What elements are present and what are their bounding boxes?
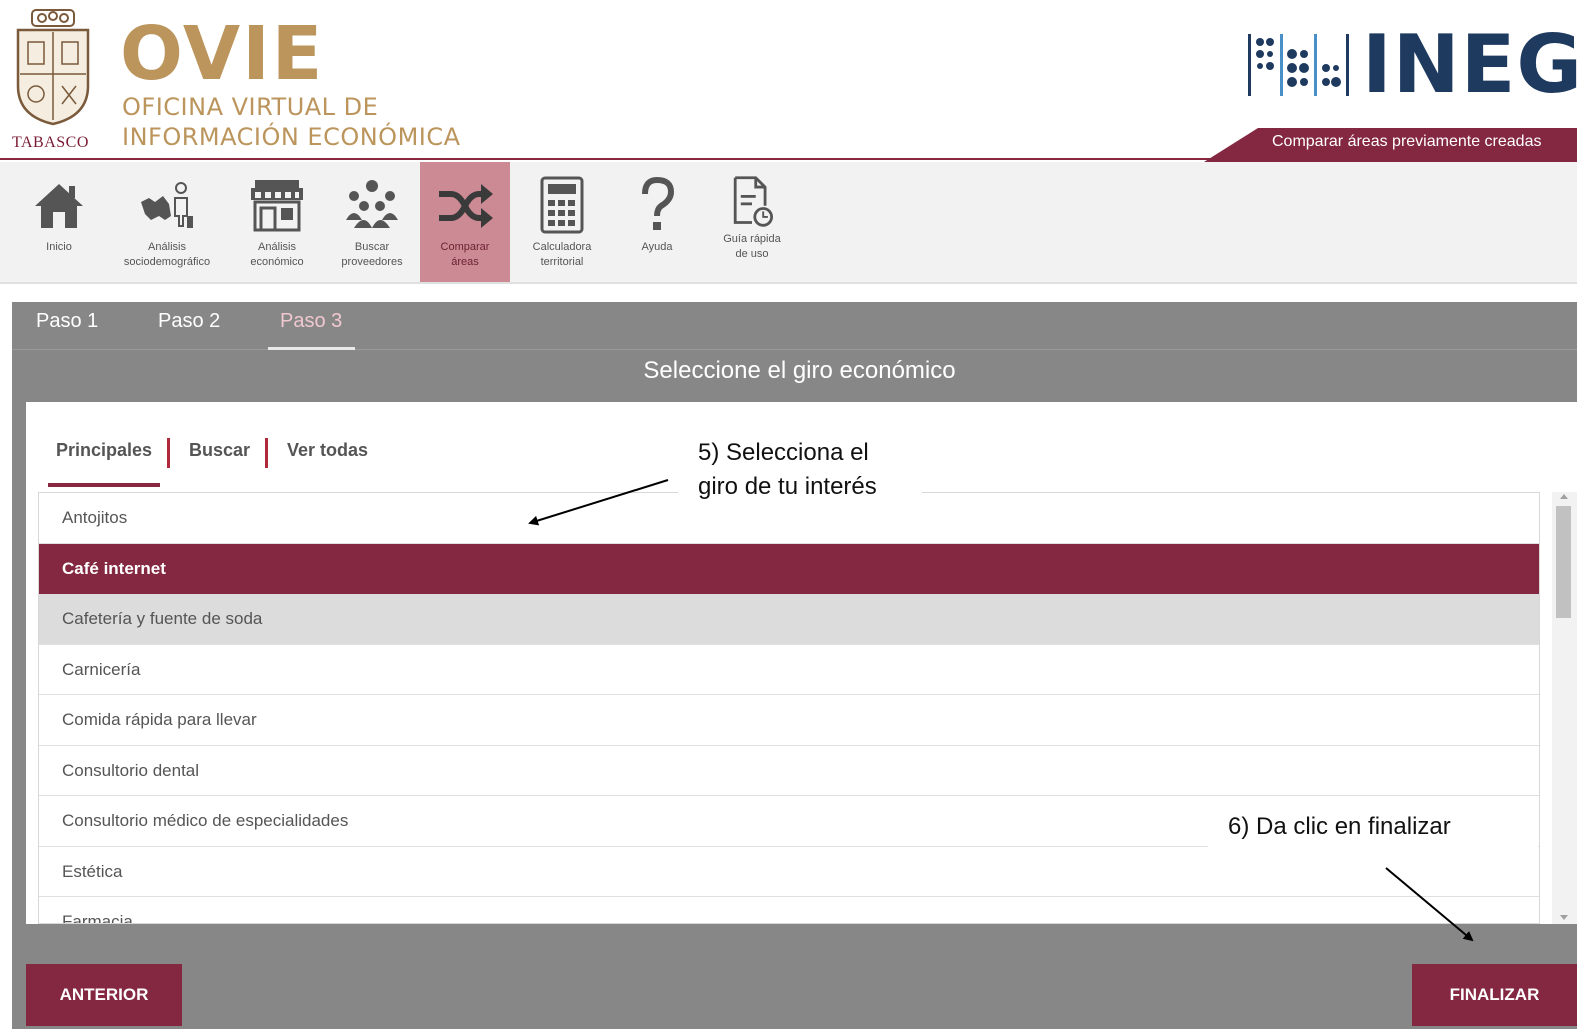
list-item[interactable]: Cafetería y fuente de soda [39,594,1539,645]
list-item[interactable]: Consultorio dental [39,745,1539,796]
list-item-selected[interactable]: Café internet [39,543,1539,594]
people-icon [346,180,398,228]
inegi-dots-icon [1248,34,1349,96]
list-scrollbar[interactable] [1552,492,1577,924]
inegi-wordmark: INEGI [1362,28,1577,100]
toolbar-label: Inicio [46,241,72,253]
scroll-up-arrow-icon[interactable] [1560,494,1568,499]
map-person-icon [141,182,193,228]
subtab-divider [167,438,170,468]
help-icon [642,176,675,230]
tutorial-callout-step6: 6) Da clic en finalizar [1208,802,1538,852]
toolbar-item-guia-rapida[interactable]: Guía rápida de uso [707,162,797,282]
giro-list: Antojitos Café internet Cafetería y fuen… [38,492,1540,924]
toolbar-item-calculadora-territorial[interactable]: Calculadora territorial [517,162,607,282]
compare-areas-link[interactable]: Comparar áreas previamente creadas [1272,133,1541,151]
toolbar-label: Buscar proveedores [341,241,403,268]
step-tabs: Paso 1 Paso 2 Paso 3 [12,302,1577,350]
toolbar-label: Ayuda [641,241,673,253]
tab-paso-1[interactable]: Paso 1 [24,306,110,350]
list-item[interactable]: Farmacia [39,897,1539,923]
brand-title: OVIE [120,11,325,97]
callout-text-line2: giro de tu interés [698,473,877,500]
scroll-down-arrow-icon[interactable] [1560,915,1568,920]
toolbar-label: Análisis sociodemográfico [123,241,211,268]
toolbar-label: Calculadora territorial [532,241,592,268]
brand-subtitle-line1: OFICINA VIRTUAL DE [122,93,379,121]
list-item[interactable]: Comida rápida para llevar [39,695,1539,746]
tab-paso-2[interactable]: Paso 2 [146,306,232,350]
previous-button[interactable]: ANTERIOR [26,964,182,1026]
toolbar-item-analisis-economico[interactable]: Análisis económico [232,162,322,282]
shuffle-icon [439,184,493,228]
toolbar-label: Análisis económico [250,241,304,268]
guide-document-icon [733,176,773,227]
toolbar-item-buscar-proveedores[interactable]: Buscar proveedores [327,162,417,282]
main-toolbar: Inicio Análisis sociodemográfico Análisis… [0,162,1577,284]
subtab-buscar[interactable]: Buscar [181,434,258,483]
home-icon [35,184,83,228]
calculator-icon [540,176,584,234]
tutorial-callout-step5: 5) Selecciona el giro de tu interés [678,430,922,512]
toolbar-item-analisis-sociodemografico[interactable]: Análisis sociodemográfico [122,162,212,282]
toolbar-label: Comparar áreas [440,241,490,268]
site-header: TABASCO OVIE OFICINA VIRTUAL DE INFORMAC… [0,0,1577,162]
inegi-logo: INEGI [1246,28,1577,100]
tabasco-crest-logo [16,9,90,126]
subtab-divider [265,438,268,468]
finish-button[interactable]: FINALIZAR [1412,964,1577,1026]
panel-title: Seleccione el giro económico [643,357,956,384]
subtab-principales[interactable]: Principales [48,434,161,487]
toolbar-item-inicio[interactable]: Inicio [14,162,104,282]
toolbar-label: Guía rápida de uso [723,233,781,260]
list-item[interactable]: Carnicería [39,644,1539,695]
toolbar-item-comparar-areas[interactable]: Comparar áreas [420,162,510,282]
wizard-panel: Paso 1 Paso 2 Paso 3 Seleccione el giro … [12,302,1577,1029]
subtab-ver-todas[interactable]: Ver todas [279,434,376,483]
store-icon [251,180,303,232]
toolbar-item-ayuda[interactable]: Ayuda [612,162,702,282]
tab-paso-3[interactable]: Paso 3 [268,306,355,350]
scroll-thumb[interactable] [1556,506,1571,618]
callout-text-line1: 5) Selecciona el [698,439,869,466]
list-item[interactable]: Estética [39,846,1539,897]
page: TABASCO OVIE OFICINA VIRTUAL DE INFORMAC… [0,0,1577,1029]
